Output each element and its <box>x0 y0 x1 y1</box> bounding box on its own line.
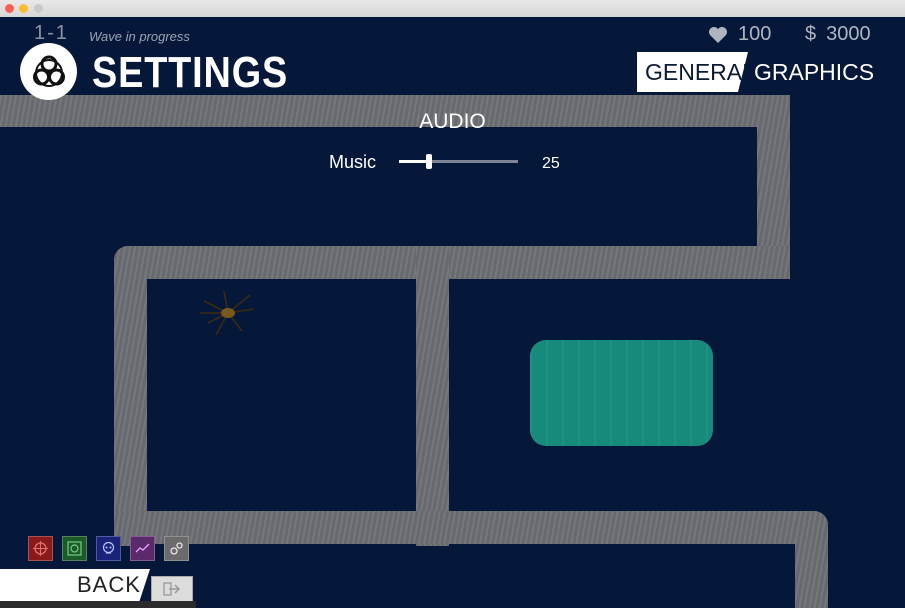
exit-button[interactable] <box>151 576 193 602</box>
close-window-button[interactable] <box>5 4 14 13</box>
zoom-window-button[interactable] <box>34 4 43 13</box>
page-title: SETTINGS <box>92 48 289 97</box>
heart-icon <box>709 26 727 43</box>
tab-graphics[interactable]: GRAPHICS <box>754 52 874 92</box>
bottom-strip <box>0 601 196 608</box>
minimize-window-button[interactable] <box>19 4 28 13</box>
gears-icon <box>170 542 183 555</box>
skull-icon <box>102 541 115 554</box>
tool-button-radar[interactable] <box>62 536 87 561</box>
enemy-path-segment <box>114 511 828 544</box>
section-title-audio: AUDIO <box>419 110 486 133</box>
tool-button-gears[interactable] <box>164 536 189 561</box>
game-board <box>0 17 905 608</box>
slider-fill <box>399 160 429 163</box>
music-label: Music <box>329 152 377 172</box>
tool-button-trend[interactable] <box>130 536 155 561</box>
music-value: 25 <box>542 155 560 172</box>
enemy-path-segment <box>114 246 790 279</box>
music-volume-slider[interactable] <box>399 154 518 169</box>
water-pool <box>530 340 713 446</box>
exit-icon <box>163 582 181 596</box>
lives-count: 100 <box>738 23 772 45</box>
dollar-icon: $ <box>805 23 817 45</box>
money-display: $ 3000 <box>805 23 871 46</box>
biohazard-icon <box>32 55 65 87</box>
tab-general[interactable]: GENERAL <box>637 52 748 92</box>
tool-button-crosshair[interactable] <box>28 536 53 561</box>
trend-icon <box>135 543 150 553</box>
money-amount: 3000 <box>826 23 871 45</box>
lives-display: 100 <box>708 23 771 46</box>
wave-status: Wave in progress <box>89 29 190 44</box>
enemy-path-segment <box>416 246 449 546</box>
slider-thumb[interactable] <box>425 154 432 169</box>
level-indicator: 1-1 <box>34 22 69 44</box>
crosshair-icon <box>33 541 48 556</box>
enemy-path-segment <box>114 246 147 546</box>
radar-icon <box>67 541 82 556</box>
creature-icon <box>200 290 255 336</box>
biohazard-logo <box>20 43 77 100</box>
tool-button-skull[interactable] <box>96 536 121 561</box>
enemy-path-segment <box>795 511 828 608</box>
back-button-label: BACK <box>77 572 141 597</box>
window-titlebar <box>0 0 905 18</box>
